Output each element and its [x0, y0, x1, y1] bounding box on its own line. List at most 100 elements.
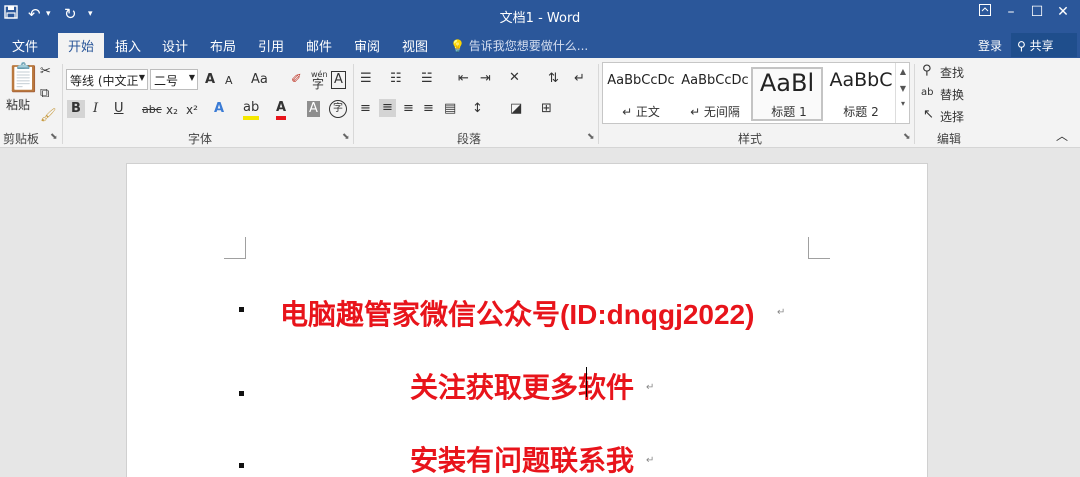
style-sample: AaBbCcDc: [681, 73, 749, 88]
style-heading-1[interactable]: AaBl 标题 1: [751, 67, 823, 121]
minimize-icon[interactable]: –: [1001, 4, 1021, 20]
multilevel-list-icon[interactable]: ☱: [421, 71, 433, 87]
clipboard-launcher-icon[interactable]: ⬊: [50, 132, 58, 142]
style-no-spacing[interactable]: AaBbCcDc ↵ 无间隔: [679, 67, 751, 121]
change-case-icon[interactable]: Aa: [251, 72, 268, 88]
select-icon[interactable]: ↖: [923, 107, 934, 123]
gallery-scroll[interactable]: ▲ ▼ ▾: [895, 63, 910, 123]
maximize-icon[interactable]: ☐: [1027, 4, 1047, 20]
style-heading-2[interactable]: AaBbC 标题 2: [825, 67, 897, 121]
document-page[interactable]: 电脑趣管家微信公众号(ID:dnqgj2022) ↵ 关注获取更多软件 ↵ 安装…: [126, 163, 928, 477]
gallery-more-icon[interactable]: ▾: [896, 99, 910, 108]
clear-formatting-icon[interactable]: ✐: [291, 72, 302, 88]
tab-insert[interactable]: 插入: [115, 36, 141, 55]
sign-in-link[interactable]: 登录: [978, 37, 1002, 54]
show-marks-icon[interactable]: ↵: [574, 71, 585, 87]
styles-launcher-icon[interactable]: ⬊: [903, 132, 911, 142]
underline-button[interactable]: U: [114, 101, 124, 117]
window-title: 文档1 - Word: [499, 11, 581, 26]
select-button[interactable]: 选择: [940, 108, 964, 125]
bold-button[interactable]: B: [67, 100, 85, 118]
tab-file[interactable]: 文件: [12, 36, 38, 55]
justify-icon[interactable]: ≡: [423, 101, 434, 117]
distributed-icon[interactable]: ▤: [444, 101, 456, 117]
paragraph-mark-icon: ↵: [646, 455, 655, 466]
doc-line-3[interactable]: 安装有问题联系我: [410, 439, 634, 477]
tab-view[interactable]: 视图: [402, 36, 428, 55]
ribbon: 📋 粘贴 ✂ ⧉ 🖌 剪贴板 ⬊ 等线 (中文正 ▼ 二号 ▼ A A Aa ✐ w…: [0, 58, 1080, 148]
style-sample: AaBbCcDc: [607, 73, 675, 88]
paragraph-bullet: [239, 307, 244, 312]
enclose-characters-icon[interactable]: 字: [329, 100, 347, 118]
title-bar: ↶ ▾ ↻ ▾ 文档1 - Word – ☐ ✕: [0, 0, 1080, 31]
paste-label[interactable]: 粘贴: [6, 96, 30, 113]
clipboard-group-label: 剪贴板: [3, 132, 40, 146]
subscript-button[interactable]: x₂: [166, 102, 178, 118]
chevron-up-icon[interactable]: ▲: [896, 67, 910, 76]
share-label: 共享: [1029, 39, 1054, 53]
numbering-icon[interactable]: ☷: [390, 71, 402, 87]
sort-icon[interactable]: ⇅: [548, 71, 559, 87]
tab-references[interactable]: 引用: [258, 36, 284, 55]
borders-icon[interactable]: ⊞: [541, 101, 552, 117]
font-launcher-icon[interactable]: ⬊: [342, 132, 350, 142]
character-border-icon[interactable]: A: [331, 71, 346, 89]
font-group-label: 字体: [188, 132, 213, 146]
tab-home[interactable]: 开始: [58, 33, 105, 58]
copy-icon[interactable]: ⧉: [40, 86, 49, 102]
style-name: ↵ 正文: [622, 105, 660, 119]
find-button[interactable]: 查找: [940, 64, 964, 81]
ribbon-tabs: 文件 开始 插入 设计 布局 引用 邮件 审阅 视图 💡 告诉我您想要做什么..…: [0, 31, 1080, 58]
cut-icon[interactable]: ✂: [40, 64, 51, 80]
tab-design[interactable]: 设计: [162, 36, 188, 55]
style-name: 标题 1: [771, 105, 807, 119]
phonetic-guide-icon[interactable]: 字: [312, 76, 324, 92]
paragraph-mark-icon: ↵: [777, 307, 786, 318]
shrink-font-icon[interactable]: A: [225, 73, 233, 89]
align-center-icon[interactable]: ≡: [379, 99, 396, 117]
paragraph-launcher-icon[interactable]: ⬊: [587, 132, 595, 142]
shading-icon[interactable]: ◪: [510, 101, 522, 117]
decrease-indent-icon[interactable]: ⇤: [458, 71, 469, 87]
style-normal[interactable]: AaBbCcDc ↵ 正文: [605, 67, 677, 121]
chevron-down-icon[interactable]: ▼: [896, 84, 910, 93]
chinese-layout-icon[interactable]: ✕: [509, 70, 520, 86]
character-shading-icon[interactable]: A: [307, 101, 320, 117]
align-left-icon[interactable]: ≡: [360, 101, 371, 117]
style-name: 标题 2: [843, 105, 879, 119]
tab-layout[interactable]: 布局: [210, 36, 236, 55]
paragraph-group-label: 段落: [457, 132, 482, 146]
chevron-down-icon: ▼: [188, 73, 195, 82]
superscript-button[interactable]: x²: [186, 102, 198, 118]
tab-mailings[interactable]: 邮件: [306, 36, 332, 55]
style-sample: AaBl: [759, 69, 815, 97]
increase-indent-icon[interactable]: ⇥: [480, 71, 491, 87]
replace-icon[interactable]: ab: [921, 85, 933, 101]
paste-icon[interactable]: 📋: [6, 62, 41, 94]
ribbon-display-icon[interactable]: [975, 4, 995, 20]
grow-font-icon[interactable]: A: [205, 72, 215, 88]
tell-me-box[interactable]: 💡 告诉我您想要做什么...: [450, 37, 588, 54]
font-name-select[interactable]: 等线 (中文正 ▼: [66, 69, 148, 90]
align-right-icon[interactable]: ≡: [403, 101, 414, 117]
replace-button[interactable]: 替换: [940, 86, 964, 103]
doc-line-1[interactable]: 电脑趣管家微信公众号(ID:dnqgj2022): [280, 293, 754, 333]
doc-line-2[interactable]: 关注获取更多软件: [410, 366, 634, 406]
close-icon[interactable]: ✕: [1053, 4, 1073, 20]
bullets-icon[interactable]: ☰: [360, 71, 372, 87]
text-effects-icon[interactable]: A: [214, 101, 224, 117]
font-color-icon[interactable]: A: [276, 100, 287, 120]
italic-button[interactable]: I: [93, 101, 98, 117]
font-size-select[interactable]: 二号 ▼: [150, 69, 198, 90]
collapse-ribbon-icon[interactable]: ︿: [1056, 128, 1068, 144]
line-spacing-icon[interactable]: ↕: [472, 101, 483, 117]
strikethrough-button[interactable]: abc: [142, 102, 162, 118]
highlight-icon[interactable]: ab: [243, 100, 260, 120]
share-button[interactable]: ⚲ 共享: [1011, 33, 1077, 57]
format-painter-icon[interactable]: 🖌: [40, 108, 57, 124]
divider: [62, 64, 63, 144]
find-icon[interactable]: ⚲: [922, 63, 932, 79]
tab-review[interactable]: 审阅: [354, 36, 380, 55]
styles-group-label: 样式: [738, 132, 763, 146]
tell-me-text: 告诉我您想要做什么...: [468, 39, 589, 53]
